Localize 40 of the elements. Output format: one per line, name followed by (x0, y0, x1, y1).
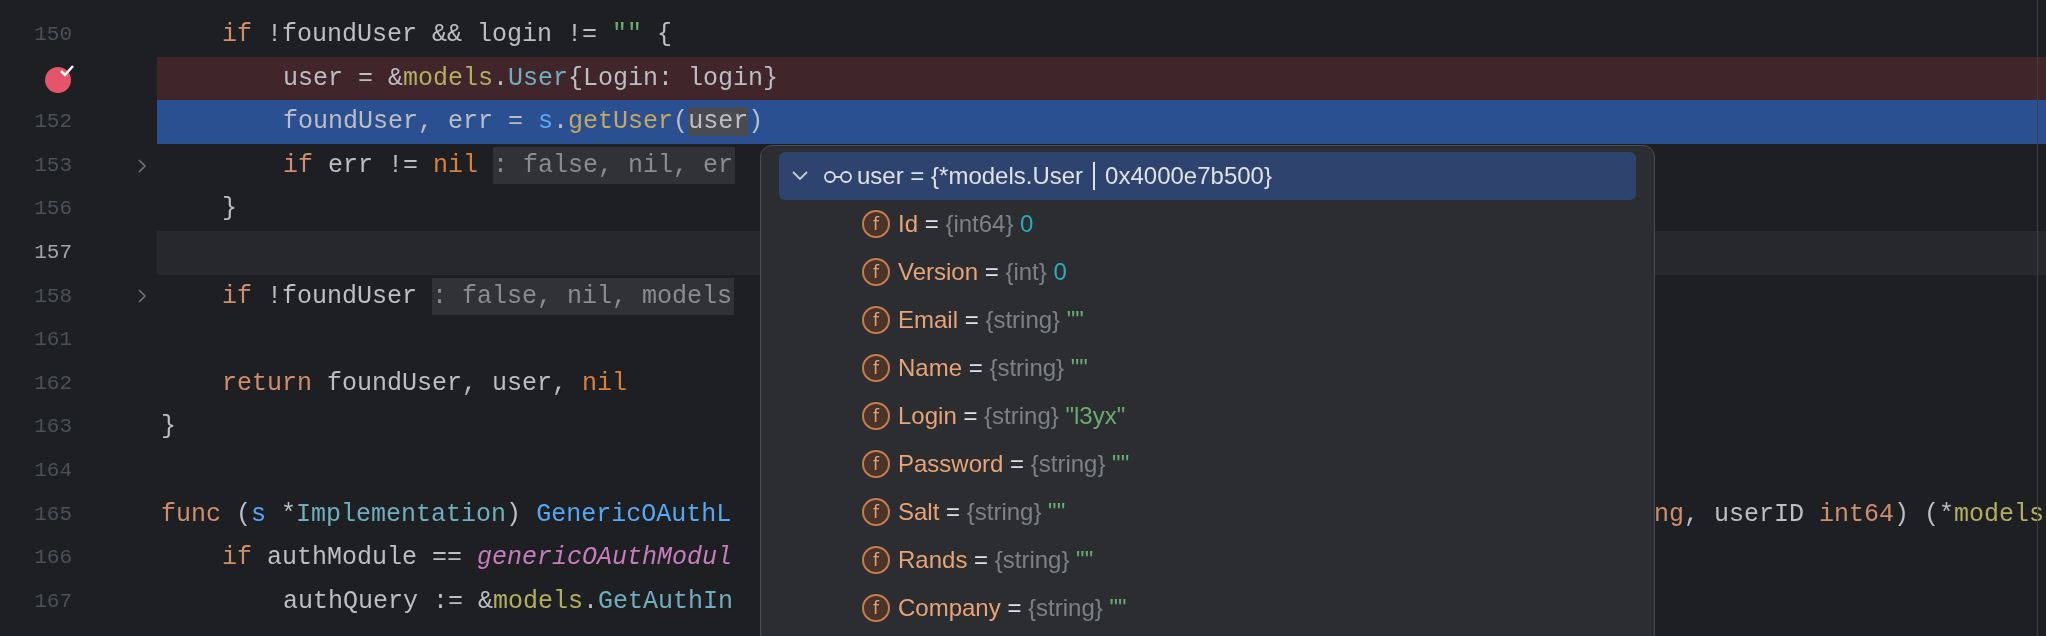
field-badge: f (862, 498, 890, 526)
code-line: func (s *Implementation) GenericOAuthL (161, 498, 732, 531)
code-line: ng, userID int64) (*models (1653, 498, 2045, 531)
variable-text: Salt = {string} "" (898, 497, 1066, 527)
memory-address: 0x4000e7b500} (1105, 161, 1272, 191)
code-line: if !foundUser (222, 280, 418, 313)
code-line: if authModule == genericOAuthModul (222, 542, 733, 575)
field-badge: f (862, 354, 890, 382)
field-badge: f (862, 258, 890, 286)
variable-text: Login = {string} "l3yx" (898, 401, 1126, 431)
code-line: return foundUser, user, nil (222, 367, 628, 400)
field-badge: f (862, 306, 890, 334)
variable-text: Email = {string} "" (898, 305, 1084, 335)
inlay-hint: : false, nil, models (432, 277, 735, 316)
code-line: } (161, 411, 176, 444)
variable-text: Password = {string} "" (898, 449, 1130, 479)
code-line: } (222, 193, 237, 226)
line-number: 157 (34, 240, 72, 266)
chevron-icon[interactable] (791, 170, 809, 182)
code-line: authQuery := &models.GetAuthIn (283, 585, 734, 618)
field-badge: f (862, 450, 890, 478)
code-line: foundUser, err = s.getUser(user) (283, 106, 764, 139)
variable-label: user = {*models.User (857, 161, 1084, 191)
variable-text: Version = {int} 0 (898, 257, 1067, 287)
variable-text: Name = {string} "" (898, 353, 1088, 383)
field-badge: f (862, 546, 890, 574)
code-line: if !foundUser && login != "" { (222, 19, 673, 52)
field-badge: f (862, 594, 890, 622)
variable-text: Company = {string} "" (898, 593, 1127, 623)
variable-tree-row[interactable]: user = {*models.User 0x4000e7b500} (779, 152, 1636, 200)
glasses-icon (823, 169, 853, 183)
fold-chevron-icon[interactable] (137, 288, 147, 305)
code-line: user = &models.User{Login: login} (283, 62, 779, 95)
variable-text: Rands = {string} "" (898, 545, 1094, 575)
variable-text: Id = {int64} 0 (898, 209, 1034, 239)
inlay-hint: : false, nil, er (493, 146, 736, 185)
field-badge: f (862, 402, 890, 430)
fold-chevron-icon[interactable] (137, 157, 147, 174)
code-line: if err != nil (283, 149, 479, 182)
field-badge: f (862, 210, 890, 238)
